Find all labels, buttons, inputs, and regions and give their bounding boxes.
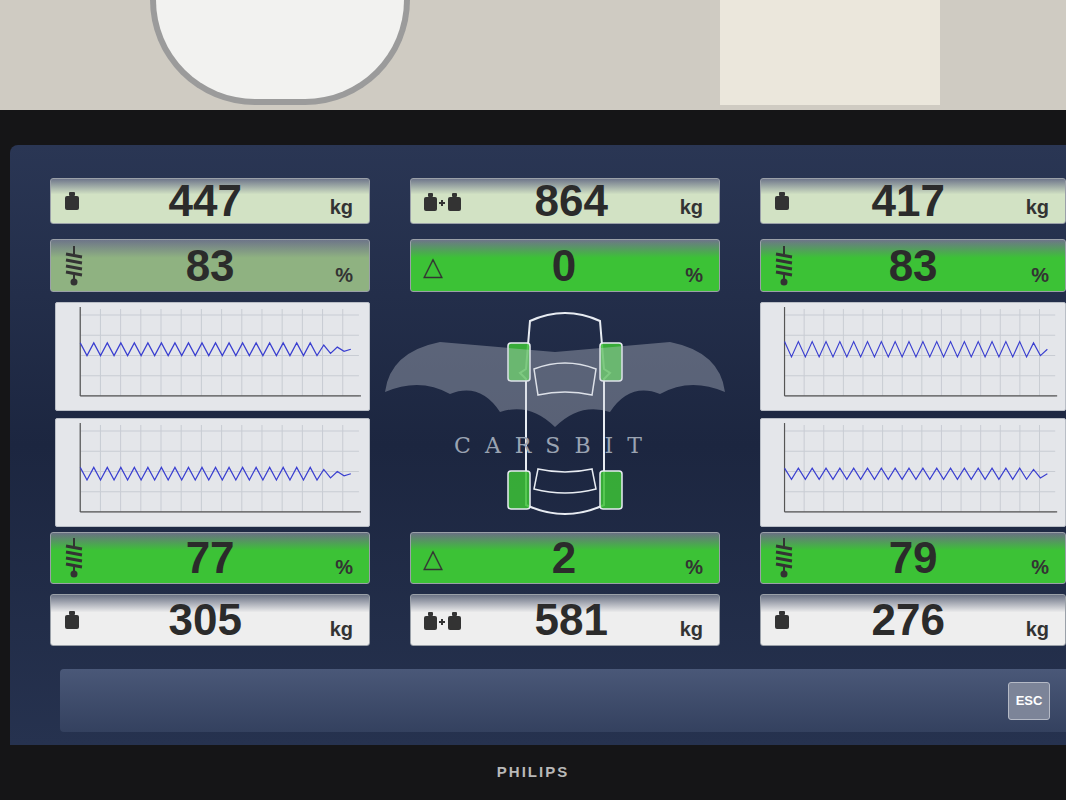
front-left-graph xyxy=(55,302,370,411)
total-weight-icon xyxy=(423,190,463,212)
value: 305 xyxy=(81,598,330,642)
monitor-brand: PHILIPS xyxy=(497,761,569,784)
value: 2 xyxy=(443,536,685,580)
value: 79 xyxy=(795,536,1031,580)
monitor: 447kg864kg417kg83%△0%83%CARSBIT77%△2%79%… xyxy=(0,110,1066,800)
rear-weight-cell: 276kg xyxy=(760,594,1066,646)
unit: kg xyxy=(680,197,707,223)
value: 447 xyxy=(81,179,330,223)
front-weight-cell: 864kg xyxy=(410,178,720,224)
front-damping-cell: △0% xyxy=(410,239,720,292)
waveform-chart xyxy=(56,303,369,410)
unit: kg xyxy=(1026,197,1053,223)
weight-icon xyxy=(63,191,81,211)
front-damping-cell: 83% xyxy=(760,239,1066,292)
spring-icon xyxy=(63,538,85,578)
wheel xyxy=(508,471,530,509)
wheel xyxy=(600,471,622,509)
value: 83 xyxy=(795,244,1031,288)
rear-damping-cell: △2% xyxy=(410,532,720,584)
unit: % xyxy=(1031,265,1053,291)
weight-icon xyxy=(63,610,81,630)
wall-background xyxy=(0,0,1066,110)
delta-icon: △ xyxy=(423,545,443,571)
spring-icon xyxy=(63,246,85,286)
value: 0 xyxy=(443,244,685,288)
value: 581 xyxy=(463,598,680,642)
delta-icon: △ xyxy=(423,253,443,279)
weight-icon xyxy=(773,610,791,630)
spring-icon xyxy=(773,246,795,286)
unit: kg xyxy=(1026,619,1053,645)
paper-notice xyxy=(720,0,940,105)
clock xyxy=(150,0,410,105)
photo: 447kg864kg417kg83%△0%83%CARSBIT77%△2%79%… xyxy=(0,0,1066,800)
unit: kg xyxy=(680,619,707,645)
waveform-chart xyxy=(761,419,1065,526)
weight-icon xyxy=(773,191,791,211)
esc-button[interactable]: ESC xyxy=(1008,682,1050,720)
rear-damping-cell: 77% xyxy=(50,532,370,584)
wheel xyxy=(600,343,622,381)
value: 864 xyxy=(463,179,680,223)
value: 83 xyxy=(85,244,335,288)
waveform-chart xyxy=(56,419,369,526)
unit: % xyxy=(335,265,357,291)
wheel xyxy=(508,343,530,381)
rear-weight-cell: 581kg xyxy=(410,594,720,646)
watermark: CARSBIT xyxy=(380,332,730,482)
front-right-graph xyxy=(760,302,1066,411)
screen: 447kg864kg417kg83%△0%83%CARSBIT77%△2%79%… xyxy=(10,145,1066,745)
unit: % xyxy=(335,557,357,583)
front-damping-cell: 83% xyxy=(50,239,370,292)
front-weight-cell: 447kg xyxy=(50,178,370,224)
unit: % xyxy=(685,265,707,291)
bottom-bar: ESC xyxy=(60,669,1066,732)
front-weight-cell: 417kg xyxy=(760,178,1066,224)
rear-weight-cell: 305kg xyxy=(50,594,370,646)
watermark-text: CARSBIT xyxy=(454,429,656,462)
unit: kg xyxy=(330,619,357,645)
spring-icon xyxy=(773,538,795,578)
value: 417 xyxy=(791,179,1026,223)
waveform-chart xyxy=(761,303,1065,410)
unit: % xyxy=(685,557,707,583)
total-weight-icon xyxy=(423,609,463,631)
car-diagram xyxy=(500,309,630,521)
rear-damping-cell: 79% xyxy=(760,532,1066,584)
rear-left-graph xyxy=(55,418,370,527)
rear-right-graph xyxy=(760,418,1066,527)
value: 77 xyxy=(85,536,335,580)
unit: % xyxy=(1031,557,1053,583)
bat-wings-icon xyxy=(380,332,730,442)
unit: kg xyxy=(330,197,357,223)
value: 276 xyxy=(791,598,1026,642)
